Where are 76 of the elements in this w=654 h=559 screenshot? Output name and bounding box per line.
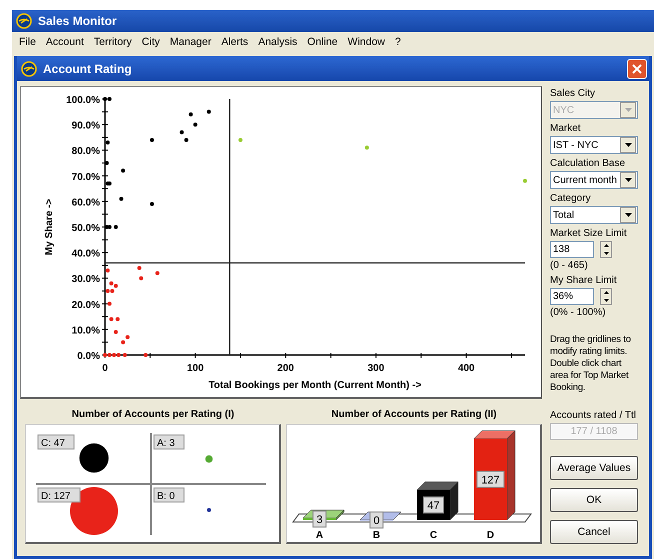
data-label: 47 [423,496,444,514]
hint-text: Drag the gridlines to modify rating limits. Double click chart area for Top Market Booking. [550,334,632,394]
dropdown[interactable]: Current month [550,171,638,189]
data-label: 127 [481,474,500,486]
axis-tick-label: 90.0% [72,120,100,132]
axis-tick-label: C [430,530,438,541]
data-label: 3 [316,514,323,526]
close-icon[interactable] [632,64,642,74]
field-label: Market Size Limit [550,228,628,239]
gridline-handle[interactable] [105,262,525,264]
logo-icon [21,60,37,76]
axis-tick-label: 50.0% [72,223,100,234]
value-label: B: 0 [154,488,184,502]
field-label: My Share Limit [550,275,618,286]
menu-item[interactable]: Analysis [253,36,302,48]
window-title: Sales Monitor [38,14,117,28]
data-label: 0 [370,512,384,528]
axis-title: My Share -> [44,198,55,256]
range-text: (0% - 100%) [550,307,607,318]
axis-tick-label: 0 [102,363,108,374]
dialog-button[interactable]: Average Values [550,456,638,480]
menu-item[interactable]: File [14,36,41,48]
field-label: Accounts rated / Ttl [550,410,637,421]
chart-title: Number of Accounts per Rating (II) [331,409,497,420]
value-label: A: 3 [154,434,184,450]
spinner-arrows-icon[interactable] [600,241,612,258]
close-button[interactable] [627,58,647,78]
dropdown[interactable]: IST - NYC [550,136,638,154]
total-field: 177 / 1108 [550,423,638,440]
dialog-button[interactable]: OK [550,488,638,512]
menu-item[interactable]: Territory [88,36,137,48]
axis-tick-label: 0.0% [77,351,100,362]
value-label: D: 127 [38,488,80,502]
axis-tick-label: B [372,530,380,541]
field-label: Calculation Base [550,158,626,169]
dialog-title: Account Rating [43,62,132,76]
axis-tick-label: 100 [186,363,204,374]
axis-tick-label: 200 [277,363,294,374]
axis-tick-label: D [486,530,494,541]
axis-tick-label: 20.0% [72,300,100,311]
dialog-button[interactable]: Cancel [550,520,638,544]
menu-item[interactable]: Manager [164,36,216,48]
menu-item[interactable]: City [136,36,165,48]
axis-tick-label: 30.0% [72,274,100,286]
axis-tick-label: 300 [368,363,384,374]
scatter-chart[interactable]: 0.0% 10.0% 20.0% 30.0% 40.0% 50.0% 60.0% 70.0% 80.0% 90.0% 100.0% 0 100 200 300 400 Total Bookings per Month (Current Month) -> My Share -> [20,86,542,399]
menu-item[interactable]: ? [390,36,406,48]
spinner-arrows-icon[interactable] [600,288,612,305]
data-label: 0 [373,515,380,527]
number-field[interactable]: 36% [550,288,594,305]
axis-tick-label: 100.0% [66,95,100,106]
field-label: Category [550,193,592,204]
axis-tick-label: 60.0% [72,197,100,208]
axis-tick-label: 80.0% [72,146,100,158]
number-field[interactable]: 138 [550,241,594,258]
axis-tick-label: 400 [458,363,475,374]
menu-item[interactable]: Alerts [216,36,254,48]
range-text: (0 - 465) [550,260,589,271]
menu-item[interactable]: Online [302,36,343,48]
axis-tick-label: 70.0% [72,172,100,183]
axis-tick-label: 10.0% [72,325,100,336]
field-label: Sales City [550,88,596,99]
data-label: 47 [427,500,440,512]
axis-tick-label: 40.0% [72,248,100,260]
menu-item[interactable]: Account [40,36,89,48]
data-label: 3 [312,510,326,528]
axis-title: Total Bookings per Month (Current Month) -> [208,380,422,391]
data-label: 127 [476,470,504,488]
value-label: C: 47 [38,434,74,450]
menu-item[interactable]: Window [342,36,390,48]
chart-title: Number of Accounts per Rating (I) [72,409,234,420]
axis-tick-label: A [316,530,324,541]
field-label: Market [550,123,582,134]
gridline-handle[interactable] [229,99,230,355]
logo-icon [16,13,32,29]
dropdown[interactable]: Total [550,206,638,224]
